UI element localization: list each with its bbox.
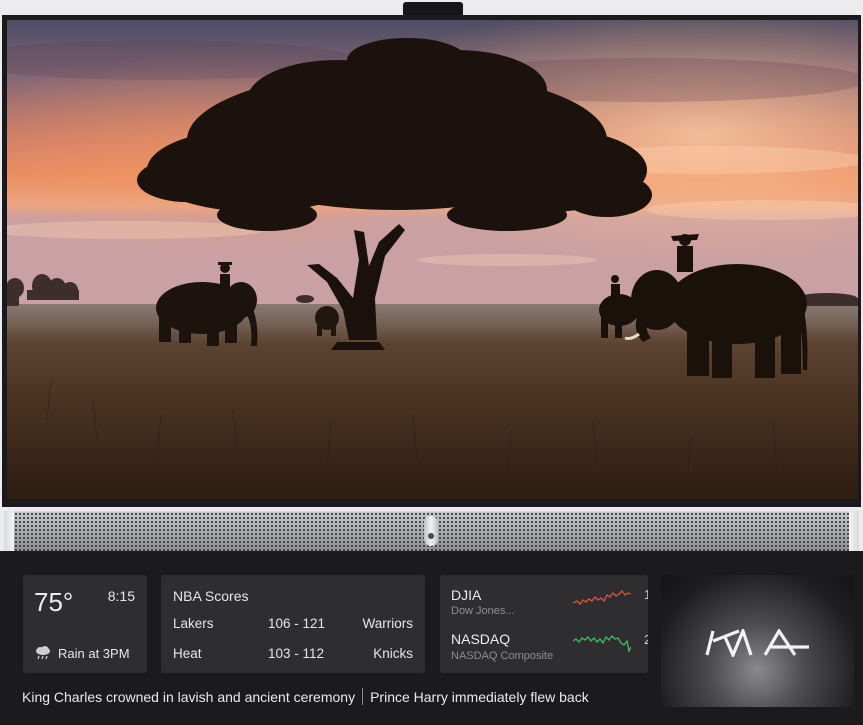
- forecast-text: Rain at 3PM: [58, 646, 130, 661]
- temperature: 75°: [34, 587, 74, 617]
- ticker-separator: [362, 688, 364, 705]
- stock-subtitle: Dow Jones...: [451, 605, 515, 617]
- news-ticker[interactable]: King Charles crowned in lavish and ancie…: [22, 688, 650, 708]
- away-team: Knicks: [373, 646, 413, 661]
- djia-sparkline: [573, 590, 631, 605]
- score: 103 - 112: [268, 646, 325, 661]
- stocks-widget[interactable]: DJIA Dow Jones... 1 NASDAQ NASDAQ Compos…: [440, 575, 648, 673]
- tv-screen[interactable]: [7, 20, 858, 499]
- volume-knob[interactable]: [424, 516, 438, 546]
- score-row: Heat 103 - 112 Knicks: [173, 646, 413, 664]
- news-headline[interactable]: King Charles crowned in lavish and ancie…: [22, 689, 355, 705]
- away-team: Warriors: [362, 616, 414, 631]
- stock-name: NASDAQ: [451, 631, 511, 647]
- score: 106 - 121: [268, 616, 326, 631]
- speaker-endcap-left: [4, 511, 14, 551]
- stock-name: DJIA: [451, 587, 482, 603]
- smart-tv-device: 75° 8:15 Rain at 3PM NBA Scores Lakers 1…: [0, 0, 863, 725]
- news-headline[interactable]: Prince Harry immediately flew back: [370, 689, 589, 705]
- stock-subtitle: NASDAQ Composite: [451, 650, 554, 662]
- kia-advertisement[interactable]: [661, 575, 854, 707]
- score-row: Lakers 106 - 121 Warriors: [173, 616, 413, 634]
- clock-time: 8:15: [107, 588, 135, 604]
- rain-cloud-icon: [36, 646, 50, 660]
- home-team: Heat: [173, 646, 202, 661]
- nba-scores-widget[interactable]: NBA Scores Lakers 106 - 121 Warriors Hea…: [161, 575, 425, 673]
- nasdaq-sparkline: [573, 635, 631, 653]
- kia-logo-icon: [705, 629, 809, 657]
- stock-edge-value: 2: [644, 632, 648, 647]
- nba-title: NBA Scores: [173, 588, 249, 604]
- stock-edge-value: 1: [644, 587, 648, 602]
- weather-widget[interactable]: 75° 8:15 Rain at 3PM: [23, 575, 147, 673]
- sunset-landscape-image: [7, 20, 858, 499]
- speaker-endcap-right: [849, 511, 859, 551]
- home-team: Lakers: [173, 616, 214, 631]
